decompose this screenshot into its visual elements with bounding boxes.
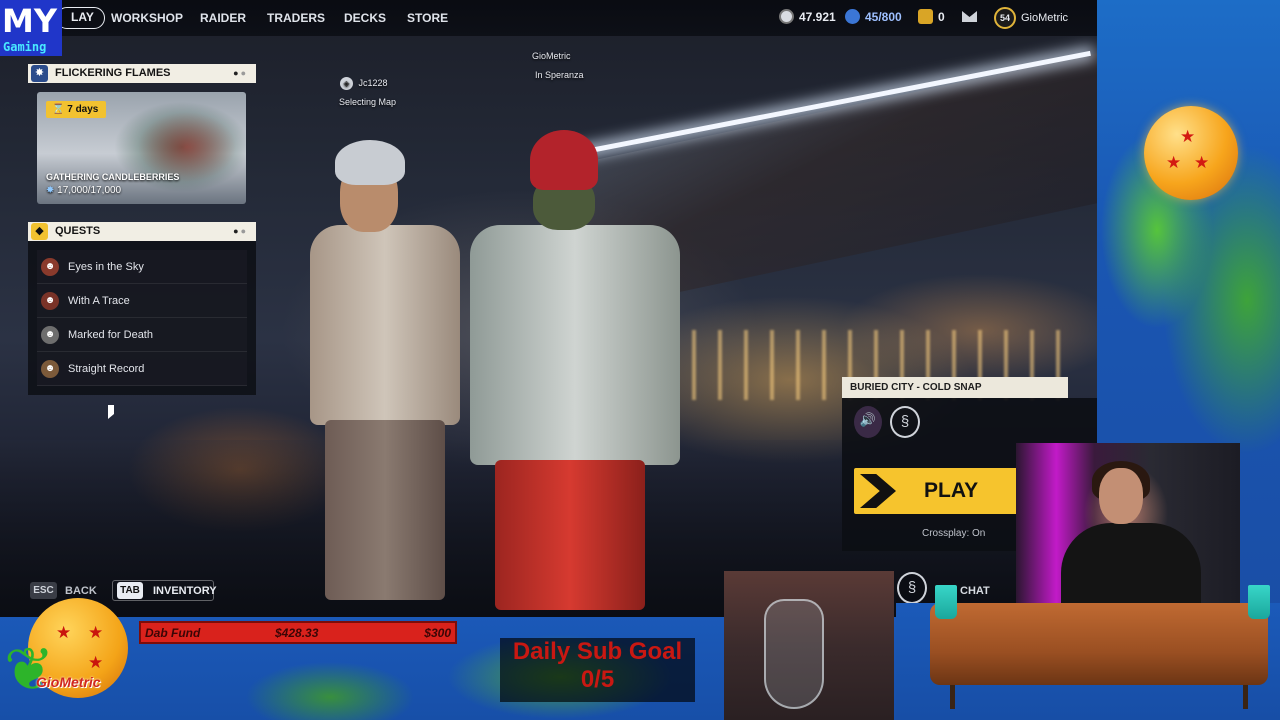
dab-fund-goal: $300: [424, 626, 451, 640]
dab-fund-current: $428.33: [275, 626, 319, 640]
party-member-2-status: In Speranza: [535, 70, 584, 80]
username: GioMetric: [1021, 12, 1069, 24]
quest-list: ☻ Eyes in the Sky ☻ With A Trace ☻ Marke…: [28, 241, 256, 395]
credits-display: 0: [918, 9, 945, 24]
nav-play-tab[interactable]: LAY: [56, 7, 105, 29]
back-button[interactable]: BACK: [65, 585, 97, 597]
top-nav-bar: LAY WORKSHOP RAIDER TRADERS DECKS STORE …: [0, 0, 1097, 36]
dab-fund-bar: Dab Fund $428.33 $300: [139, 621, 457, 644]
stream-logo: MY Gaming: [0, 0, 62, 56]
portrait-icon: ☻: [41, 326, 59, 344]
coins-display: 47.921: [779, 9, 836, 24]
glass-piece: [764, 599, 824, 709]
diamond-icon: ◆: [31, 223, 48, 240]
party-member-1-status: Selecting Map: [339, 97, 397, 107]
event-timer: ⌛ 7 days: [46, 101, 107, 118]
gear-icon: ✸: [46, 185, 55, 196]
quest-label: With A Trace: [68, 295, 130, 307]
party-member-1[interactable]: ◈ Jc1228: [340, 77, 388, 90]
play-button[interactable]: PLAY: [854, 468, 1022, 514]
streamer-logo-text: GioMetric: [36, 674, 101, 690]
event-progress-text: 17,000/17,000: [57, 185, 122, 196]
mail-button[interactable]: [962, 11, 977, 22]
quest-item[interactable]: ☻ Eyes in the Sky: [37, 250, 247, 284]
inventory-button[interactable]: TAB INVENTORY: [112, 580, 217, 601]
party-member-2-name[interactable]: GioMetric: [532, 51, 571, 61]
chevron-right-icon: [860, 474, 896, 508]
pager-dots[interactable]: ●●: [233, 64, 248, 83]
party-member-1-name: Jc1228: [358, 78, 388, 88]
logo-line-1: MY: [2, 2, 58, 40]
drink-cup-icon: [935, 585, 957, 619]
profile-button[interactable]: 54 GioMetric: [994, 7, 1068, 29]
logo-line-2: Gaming: [3, 40, 47, 54]
event-card[interactable]: ⌛ 7 days GATHERING CANDLEBERRIES ✸ 17,00…: [37, 92, 246, 204]
map-title-bar[interactable]: BURIED CITY - COLD SNAP: [842, 377, 1068, 398]
drink-cup-icon: [1248, 585, 1270, 619]
quest-label: Eyes in the Sky: [68, 261, 144, 273]
secondary-webcam: [724, 571, 894, 720]
nav-workshop-tab[interactable]: WORKSHOP: [111, 11, 183, 25]
nav-raider-tab[interactable]: RAIDER: [200, 11, 246, 25]
quest-label: Marked for Death: [68, 329, 153, 341]
play-button-label: PLAY: [924, 479, 979, 502]
streamer-webcam: [1016, 443, 1240, 603]
portrait-icon: ☻: [41, 292, 59, 310]
token-icon: [845, 9, 860, 24]
raider-tokens-display: 45/800: [845, 9, 902, 24]
level-badge: 54: [994, 7, 1016, 29]
webcam-person-face: [1099, 468, 1143, 524]
sub-goal-box: Daily Sub Goal 0/5: [500, 638, 695, 702]
chat-emblem-icon[interactable]: §: [897, 572, 927, 604]
mouse-cursor-icon: [108, 405, 114, 419]
dab-fund-label: Dab Fund: [145, 626, 201, 640]
event-progress: ✸ 17,000/17,000: [46, 185, 121, 196]
dragon-ball-icon: ★ ★ ★: [1144, 106, 1238, 200]
nav-store-tab[interactable]: STORE: [407, 11, 448, 25]
event-title: GATHERING CANDLEBERRIES: [46, 172, 180, 182]
couch-graphic: [930, 603, 1268, 709]
character-left[interactable]: [300, 140, 470, 600]
crossplay-status: Crossplay: On: [922, 528, 986, 539]
coins-value: 47.921: [799, 9, 836, 24]
esc-key: ESC: [30, 582, 57, 599]
quest-item[interactable]: ☻ With A Trace: [37, 284, 247, 318]
gear-icon: ✸: [31, 65, 48, 82]
tab-key: TAB: [117, 582, 143, 599]
faction-emblem-icon[interactable]: §: [890, 406, 920, 438]
event-timer-text: 7 days: [67, 104, 99, 115]
raider-tokens-value: 45/800: [865, 9, 902, 24]
leaf-icon: ❦: [4, 636, 55, 703]
quests-panel-title: QUESTS: [55, 225, 101, 237]
credit-icon: [918, 9, 933, 24]
hourglass-icon: ⌛: [52, 104, 65, 115]
credits-value: 0: [938, 9, 945, 24]
nav-decks-tab[interactable]: DECKS: [344, 11, 386, 25]
pager-dots[interactable]: ●●: [233, 222, 248, 241]
sub-goal-count: 0/5: [580, 666, 615, 693]
portrait-icon: ☻: [41, 258, 59, 276]
quest-label: Straight Record: [68, 363, 145, 375]
speaker-icon[interactable]: 🔊: [854, 406, 882, 438]
chat-button[interactable]: CHAT: [960, 585, 990, 597]
webcam-person-body: [1061, 523, 1201, 603]
portrait-icon: ☻: [41, 360, 59, 378]
event-panel-header[interactable]: ✸ FLICKERING FLAMES ●●: [28, 64, 256, 83]
coin-icon: [779, 9, 794, 24]
quest-item[interactable]: ☻ Straight Record: [37, 352, 247, 386]
mail-icon: [962, 11, 977, 22]
quest-item[interactable]: ☻ Marked for Death: [37, 318, 247, 352]
character-right[interactable]: [465, 130, 685, 610]
inventory-label: INVENTORY: [153, 585, 217, 597]
quests-panel-header[interactable]: ◆ QUESTS ●●: [28, 222, 256, 241]
sub-goal-title: Daily Sub Goal: [512, 638, 683, 665]
nav-traders-tab[interactable]: TRADERS: [267, 11, 325, 25]
event-panel-title: FLICKERING FLAMES: [55, 67, 171, 79]
player-badge-icon: ◈: [340, 77, 353, 90]
